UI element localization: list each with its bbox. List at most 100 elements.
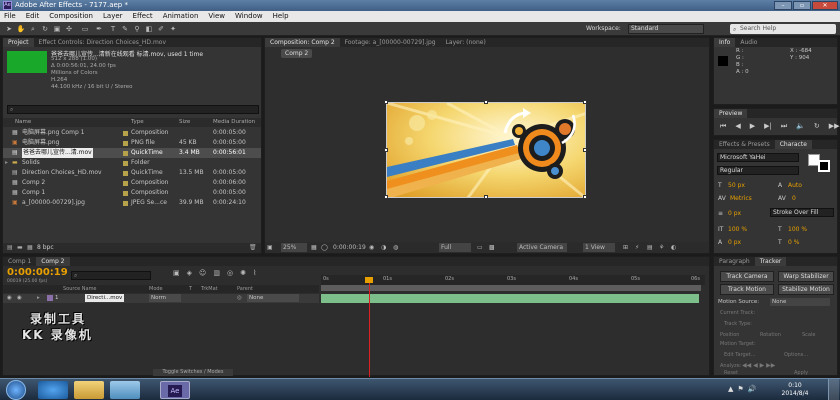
label-color-swatch[interactable]: [123, 191, 128, 196]
label-color-swatch[interactable]: [123, 181, 128, 186]
playhead-handle[interactable]: [365, 277, 373, 283]
stroke-color-swatch[interactable]: [818, 160, 830, 172]
zoom-select[interactable]: 25%: [281, 243, 307, 252]
taskbar-time[interactable]: 0:10: [770, 382, 820, 390]
tab-footage[interactable]: Footage: a_[00000-00729].jpg: [340, 38, 441, 47]
menu-animation[interactable]: Animation: [163, 11, 199, 22]
track-motion-button[interactable]: Track Motion: [720, 284, 774, 295]
minimize-button[interactable]: –: [774, 1, 792, 10]
motion-source-select[interactable]: None: [770, 298, 830, 306]
transform-handle[interactable]: [484, 195, 488, 199]
leading-value[interactable]: Auto: [788, 182, 802, 189]
disclosure-triangle-icon[interactable]: ▸: [5, 158, 8, 168]
label-color-swatch[interactable]: [123, 201, 128, 206]
exposure-icon[interactable]: ◐: [671, 242, 676, 253]
transform-handle[interactable]: [583, 148, 587, 152]
stroke-mode-select[interactable]: Stroke Over Fill: [770, 208, 834, 217]
pen-tool-icon[interactable]: ✒: [94, 24, 104, 34]
mask-icon[interactable]: ◯: [321, 242, 328, 253]
ram-preview-icon[interactable]: ▶▶: [829, 122, 840, 131]
list-item[interactable]: ▦ 电脑屏幕.png Comp 1 Composition 0:00:05:00: [3, 128, 261, 138]
transform-handle[interactable]: [384, 148, 388, 152]
tab-composition[interactable]: Composition: Comp 2: [265, 38, 340, 47]
reset-button[interactable]: Reset: [724, 370, 738, 376]
timeline-timecode[interactable]: 0:00:00:19: [7, 267, 68, 278]
new-folder-icon[interactable]: ▬: [17, 244, 23, 251]
show-snapshot-icon[interactable]: ◑: [381, 242, 386, 253]
column-duration[interactable]: Media Duration: [213, 118, 255, 127]
tab-info[interactable]: Info: [714, 38, 736, 47]
brainstorm-icon[interactable]: ✺: [240, 269, 246, 277]
eraser-tool-icon[interactable]: ◧: [144, 24, 154, 34]
menu-file[interactable]: File: [4, 11, 16, 22]
toggle-pixel-aspect-icon[interactable]: ⊞: [623, 242, 628, 253]
list-item[interactable]: ▦ Comp 2 Composition 0:00:06:00: [3, 178, 261, 188]
playhead[interactable]: [369, 277, 370, 377]
visibility-eye-icon[interactable]: ◉: [7, 294, 12, 303]
font-size-value[interactable]: 50 px: [728, 182, 745, 189]
pan-behind-tool-icon[interactable]: ✣: [64, 24, 74, 34]
brush-tool-icon[interactable]: ✎: [120, 24, 130, 34]
shy-layers-icon[interactable]: ☺: [199, 269, 206, 277]
mute-icon[interactable]: 🔈: [796, 122, 805, 131]
close-button[interactable]: ✕: [812, 1, 838, 10]
viewer-timecode[interactable]: 0:00:00:19: [333, 242, 366, 253]
transform-handle[interactable]: [583, 100, 587, 104]
list-item[interactable]: ▤ 爸爸去哪儿宣传...清.mov QuickTime 3.4 MB 0:00:…: [3, 148, 261, 158]
list-item[interactable]: ▸ ▬ Solids Folder: [3, 158, 261, 168]
internet-explorer-icon[interactable]: [38, 381, 68, 399]
grid-icon[interactable]: ▦: [311, 242, 317, 253]
tab-paragraph[interactable]: Paragraph: [714, 257, 755, 266]
menu-layer[interactable]: Layer: [103, 11, 123, 22]
track-camera-button[interactable]: Track Camera: [720, 271, 774, 282]
new-comp-icon[interactable]: ▦: [27, 244, 33, 251]
after-effects-taskbar-icon[interactable]: Ae: [160, 381, 190, 399]
motion-blur-icon[interactable]: ◎: [227, 269, 233, 277]
position-checkbox[interactable]: Position: [720, 332, 739, 338]
transform-handle[interactable]: [484, 100, 488, 104]
menu-window[interactable]: Window: [235, 11, 263, 22]
workspace-select[interactable]: Standard: [628, 24, 704, 34]
list-item[interactable]: ▣ a_[00000-00729].jpg JPEG Se...ce 39.9 …: [3, 198, 261, 208]
frame-blending-icon[interactable]: ▥: [213, 269, 220, 277]
transform-handle[interactable]: [384, 195, 388, 199]
channel-icon[interactable]: ◍: [393, 242, 398, 253]
last-frame-icon[interactable]: ⏭: [781, 122, 787, 131]
comp-chip[interactable]: Comp 2: [281, 49, 313, 58]
analyze-controls-icon[interactable]: ◀◀ ◀ ▶ ▶▶: [742, 362, 775, 369]
column-type[interactable]: Type: [131, 118, 144, 127]
edit-target-button[interactable]: Edit Target...: [724, 352, 756, 358]
warp-stabilizer-button[interactable]: Warp Stabilizer: [778, 271, 834, 282]
tab-character[interactable]: Characte: [774, 140, 812, 149]
label-color-swatch[interactable]: [123, 171, 128, 176]
app-window-icon[interactable]: [110, 381, 140, 399]
stroke-width-value[interactable]: 0 px: [728, 210, 741, 217]
menu-edit[interactable]: Edit: [26, 11, 40, 22]
time-ruler[interactable]: 0s 01s 02s 03s 04s 05s 06s: [321, 275, 705, 285]
view-layout-select[interactable]: 1 View: [583, 243, 615, 252]
list-item[interactable]: ▦ Comp 1 Composition 0:00:05:00: [3, 188, 261, 198]
horizontal-scale-value[interactable]: 100 %: [788, 226, 807, 233]
list-item[interactable]: ▤ Direction Choices_HD.mov QuickTime 13.…: [3, 168, 261, 178]
composition-canvas[interactable]: [386, 102, 586, 198]
tab-preview[interactable]: Preview: [714, 109, 748, 118]
graph-editor-icon[interactable]: ⌇: [253, 269, 256, 277]
zoom-tool-icon[interactable]: ⌕: [28, 24, 38, 34]
parent-pickwhip-icon[interactable]: ◎: [237, 294, 242, 303]
region-of-interest-icon[interactable]: ▭: [477, 242, 483, 253]
label-color-swatch[interactable]: [123, 161, 128, 166]
interpret-footage-icon[interactable]: ▤: [7, 244, 13, 251]
layer-duration-bar[interactable]: [321, 294, 699, 303]
hand-tool-icon[interactable]: ✋: [16, 24, 26, 34]
start-button-icon[interactable]: [6, 380, 26, 400]
puppet-tool-icon[interactable]: ✦: [168, 24, 178, 34]
apply-button[interactable]: Apply: [794, 370, 808, 376]
maximize-button[interactable]: ▫: [793, 1, 811, 10]
transparency-grid-icon[interactable]: ▩: [489, 242, 495, 253]
work-area-bar[interactable]: [321, 285, 701, 291]
tab-project[interactable]: Project: [3, 38, 34, 47]
flowchart-icon[interactable]: ⚘: [659, 242, 664, 253]
label-color-swatch[interactable]: [123, 131, 128, 136]
tracking-value[interactable]: 0: [792, 195, 796, 202]
scale-checkbox[interactable]: Scale: [802, 332, 815, 338]
